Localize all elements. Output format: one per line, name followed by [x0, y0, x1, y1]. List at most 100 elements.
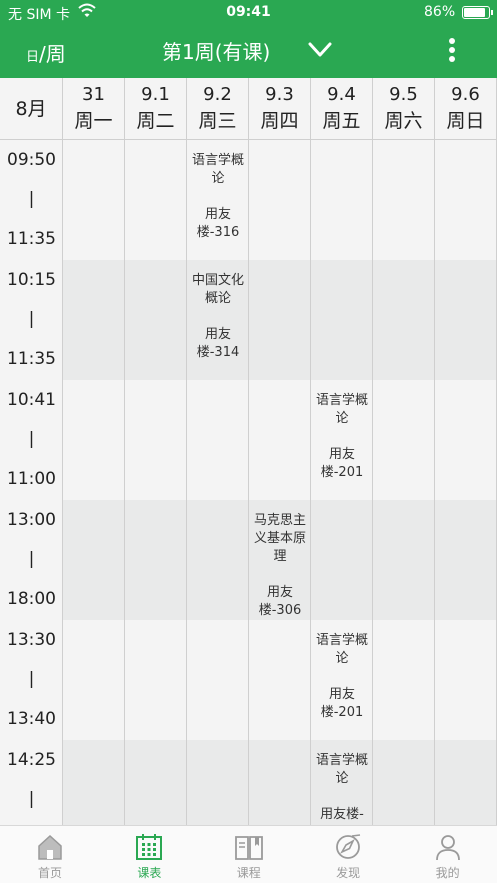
day-date: 9.6	[451, 84, 480, 105]
toggle-slash: /	[39, 42, 46, 66]
schedule-cell[interactable]	[249, 260, 311, 380]
compass-icon	[336, 834, 361, 859]
time-cell: 13:30 | 13:40	[0, 620, 63, 740]
course-block[interactable]: 语言学概论 用友楼-201	[311, 392, 373, 482]
schedule-cell[interactable]: 语言学概论 用友楼-	[311, 740, 373, 825]
schedule-cell[interactable]	[125, 740, 187, 825]
schedule-cell[interactable]	[187, 500, 249, 620]
schedule-cell[interactable]	[435, 380, 497, 500]
time-slot-row: 13:30 | 13:40 语言学概论 用友楼-201	[0, 620, 497, 740]
time-cell: 13:00 | 18:00	[0, 500, 63, 620]
schedule-cell[interactable]	[435, 740, 497, 825]
slot-start-time: 13:30	[7, 630, 56, 650]
schedule-cell[interactable]	[373, 740, 435, 825]
course-block[interactable]: 马克思主义基本原理 用友楼-306	[249, 512, 311, 620]
schedule-cell[interactable]: 马克思主义基本原理 用友楼-306	[249, 500, 311, 620]
schedule-cell[interactable]	[63, 140, 125, 260]
schedule-cell[interactable]	[311, 260, 373, 380]
schedule-cell[interactable]: 语言学概论 用友楼-316	[187, 140, 249, 260]
month-label: 8月	[0, 78, 63, 140]
course-name: 语言学概论	[315, 633, 368, 666]
schedule-cell[interactable]	[249, 140, 311, 260]
schedule-cell[interactable]	[249, 740, 311, 825]
schedule-header: 8月 31 周一 9.1 周二 9.2 周三 9.3 周四 9.4 周五 9.5 周六 9.6 周日	[0, 78, 497, 140]
schedule-cell[interactable]	[125, 620, 187, 740]
schedule-cell[interactable]	[187, 740, 249, 825]
nav-bar: 日/周 第1周(有课)	[0, 26, 497, 78]
schedule-cell[interactable]	[435, 500, 497, 620]
schedule-cell[interactable]	[249, 620, 311, 740]
schedule-cell[interactable]	[125, 500, 187, 620]
course-block[interactable]: 语言学概论 用友楼-201	[311, 632, 373, 722]
tab-user[interactable]: 我的	[398, 826, 497, 883]
slot-start-time: 09:50	[7, 150, 56, 170]
battery-icon	[462, 6, 493, 19]
week-toggle-label[interactable]: 周	[46, 42, 66, 66]
schedule-cell[interactable]	[373, 260, 435, 380]
week-title[interactable]: 第1周(有课)	[162, 36, 270, 65]
schedule-grid: 8月 31 周一 9.1 周二 9.2 周三 9.3 周四 9.4 周五 9.5 周六 9.6 周日 09…	[0, 78, 497, 825]
schedule-cell[interactable]: 中国文化概论 用友楼-314	[187, 260, 249, 380]
schedule-cell[interactable]	[435, 620, 497, 740]
schedule-cell[interactable]	[187, 620, 249, 740]
battery-percent: 86%	[424, 4, 456, 20]
course-block[interactable]: 语言学概论 用友楼-316	[187, 152, 249, 242]
tab-home[interactable]: 首页	[0, 826, 100, 883]
schedule-cell[interactable]	[311, 500, 373, 620]
schedule-cell[interactable]	[373, 500, 435, 620]
schedule-cell[interactable]: 语言学概论 用友楼-201	[311, 620, 373, 740]
day-weekday: 周日	[446, 110, 485, 132]
more-vertical-icon[interactable]	[445, 36, 459, 66]
day-date: 9.4	[327, 84, 356, 105]
tab-label: 我的	[435, 866, 460, 880]
schedule-cell[interactable]	[63, 380, 125, 500]
schedule-cell[interactable]: 语言学概论 用友楼-201	[311, 380, 373, 500]
book-icon	[234, 836, 263, 860]
slot-separator: |	[28, 789, 35, 809]
tab-bar: 首页 课表 课程 发现 我的	[0, 825, 497, 883]
slot-separator: |	[28, 189, 35, 209]
schedule-cell[interactable]	[125, 140, 187, 260]
day-date: 9.2	[203, 84, 232, 105]
chevron-down-icon[interactable]	[306, 38, 334, 62]
time-slot-row: 09:50 | 11:35 语言学概论 用友楼-316	[0, 140, 497, 260]
tab-book[interactable]: 课程	[199, 826, 299, 883]
slot-separator: |	[28, 549, 35, 569]
day-weekday: 周二	[136, 110, 175, 132]
schedule-cell[interactable]	[311, 140, 373, 260]
schedule-cell[interactable]	[373, 380, 435, 500]
schedule-cell[interactable]	[63, 620, 125, 740]
slot-separator: |	[28, 669, 35, 689]
schedule-cell[interactable]	[63, 500, 125, 620]
time-slot-row: 14:25 | 语言学概论 用友楼-	[0, 740, 497, 825]
schedule-cell[interactable]	[373, 140, 435, 260]
schedule-cell[interactable]	[125, 380, 187, 500]
clock: 09:41	[226, 4, 271, 20]
tab-compass[interactable]: 发现	[298, 826, 398, 883]
course-block[interactable]: 中国文化概论 用友楼-314	[187, 272, 249, 362]
slot-start-time: 14:25	[7, 750, 56, 770]
schedule-cell[interactable]	[435, 140, 497, 260]
schedule-cell[interactable]	[435, 260, 497, 380]
schedule-cell[interactable]	[187, 380, 249, 500]
schedule-cell[interactable]	[63, 260, 125, 380]
time-cell: 14:25 |	[0, 740, 63, 825]
day-header: 9.3 周四	[249, 78, 311, 140]
course-block[interactable]: 语言学概论 用友楼-	[311, 752, 373, 824]
time-slot-row: 13:00 | 18:00 马克思主义基本原理 用友楼-306	[0, 500, 497, 620]
slot-end-time: 18:00	[7, 589, 56, 609]
slot-start-time: 13:00	[7, 510, 56, 530]
day-header: 9.2 周三	[187, 78, 249, 140]
tab-label: 课程	[236, 866, 261, 880]
tab-calendar[interactable]: 课表	[99, 826, 199, 883]
tab-label: 课表	[137, 866, 162, 880]
time-cell: 10:15 | 11:35	[0, 260, 63, 380]
slot-end-time: 11:35	[7, 349, 56, 369]
time-slot-row: 10:15 | 11:35 中国文化概论 用友楼-314	[0, 260, 497, 380]
schedule-cell[interactable]	[373, 620, 435, 740]
schedule-cell[interactable]	[125, 260, 187, 380]
day-week-toggle[interactable]: 日/周	[26, 38, 66, 67]
day-toggle-label[interactable]: 日	[26, 50, 39, 65]
schedule-cell[interactable]	[63, 740, 125, 825]
schedule-cell[interactable]	[249, 380, 311, 500]
